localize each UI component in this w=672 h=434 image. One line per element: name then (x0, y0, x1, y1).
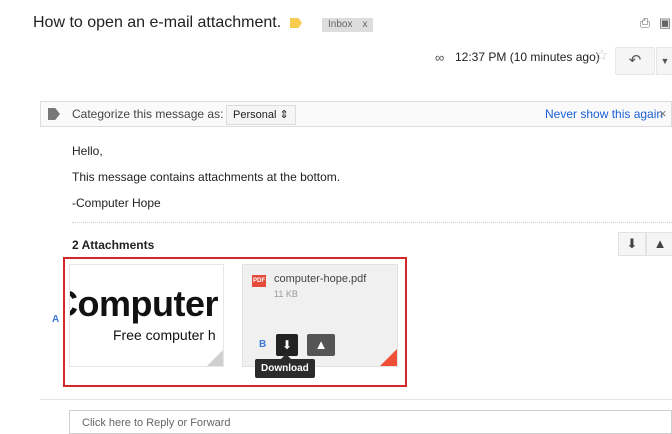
save-to-drive-button[interactable]: ▲ (307, 334, 335, 356)
chevron-down-icon: ▼ (660, 56, 670, 66)
attachment-preview-thumbnail[interactable]: Computer Free computer h (69, 264, 224, 367)
print-icon[interactable]: ⎙ (638, 16, 652, 30)
close-icon[interactable]: × (659, 106, 667, 121)
reply-icon: ↶ (628, 52, 642, 69)
attachment-filesize: 11 KB (274, 289, 298, 299)
reply-button[interactable]: ↶ (615, 47, 655, 75)
body-text: This message contains attachments at the… (72, 170, 341, 184)
reply-divider (40, 399, 672, 400)
page-fold-icon (207, 350, 223, 366)
marker-a: A (52, 314, 60, 325)
reply-forward-box[interactable]: Click here to Reply or Forward (69, 410, 672, 434)
updown-icon: ⇕ (279, 109, 289, 121)
more-options-button[interactable]: ▼ (656, 47, 672, 75)
inbox-label-text: Inbox (328, 19, 353, 30)
download-all-button[interactable]: ⬇ (618, 232, 646, 256)
message-datetime: 12:37 PM (10 minutes ago) (455, 50, 600, 64)
preview-heading: Computer (70, 283, 219, 324)
attachment-filename: computer-hope.pdf (274, 273, 367, 285)
inbox-label-chip[interactable]: Inbox x (322, 18, 374, 32)
attachments-divider (72, 222, 672, 223)
download-tooltip: Download (255, 359, 315, 378)
category-select[interactable]: Personal ⇕ (226, 105, 296, 125)
pdf-page-fold-icon (380, 349, 397, 366)
attachments-count: 2 Attachments (72, 238, 155, 252)
save-all-to-drive-button[interactable]: ▲ (646, 232, 672, 256)
marker-b: B (259, 339, 267, 350)
never-show-again-link[interactable]: Never show this again (545, 107, 663, 121)
download-icon: ⬇ (626, 236, 638, 251)
download-button[interactable]: ⬇ (276, 334, 298, 356)
inbox-label-remove[interactable]: x (362, 19, 367, 30)
new-window-icon[interactable]: ▣ (658, 16, 672, 30)
categorize-prompt: Categorize this message as: (72, 107, 224, 121)
star-icon[interactable]: ☆ (595, 48, 608, 64)
body-greeting: Hello, (72, 144, 103, 158)
download-icon: ⬇ (281, 338, 293, 352)
drive-icon: ▲ (314, 337, 328, 352)
paperclip-icon: ∞ (435, 50, 445, 65)
importance-marker-icon[interactable] (290, 18, 302, 28)
reply-placeholder: Click here to Reply or Forward (82, 417, 231, 429)
category-selected: Personal (233, 109, 277, 121)
preview-subtext: Free computer h (113, 327, 216, 343)
drive-icon: ▲ (653, 236, 667, 251)
email-subject: How to open an e-mail attachment. (33, 14, 282, 31)
body-signature: -Computer Hope (72, 196, 161, 210)
pdf-file-icon: PDF (252, 275, 266, 287)
